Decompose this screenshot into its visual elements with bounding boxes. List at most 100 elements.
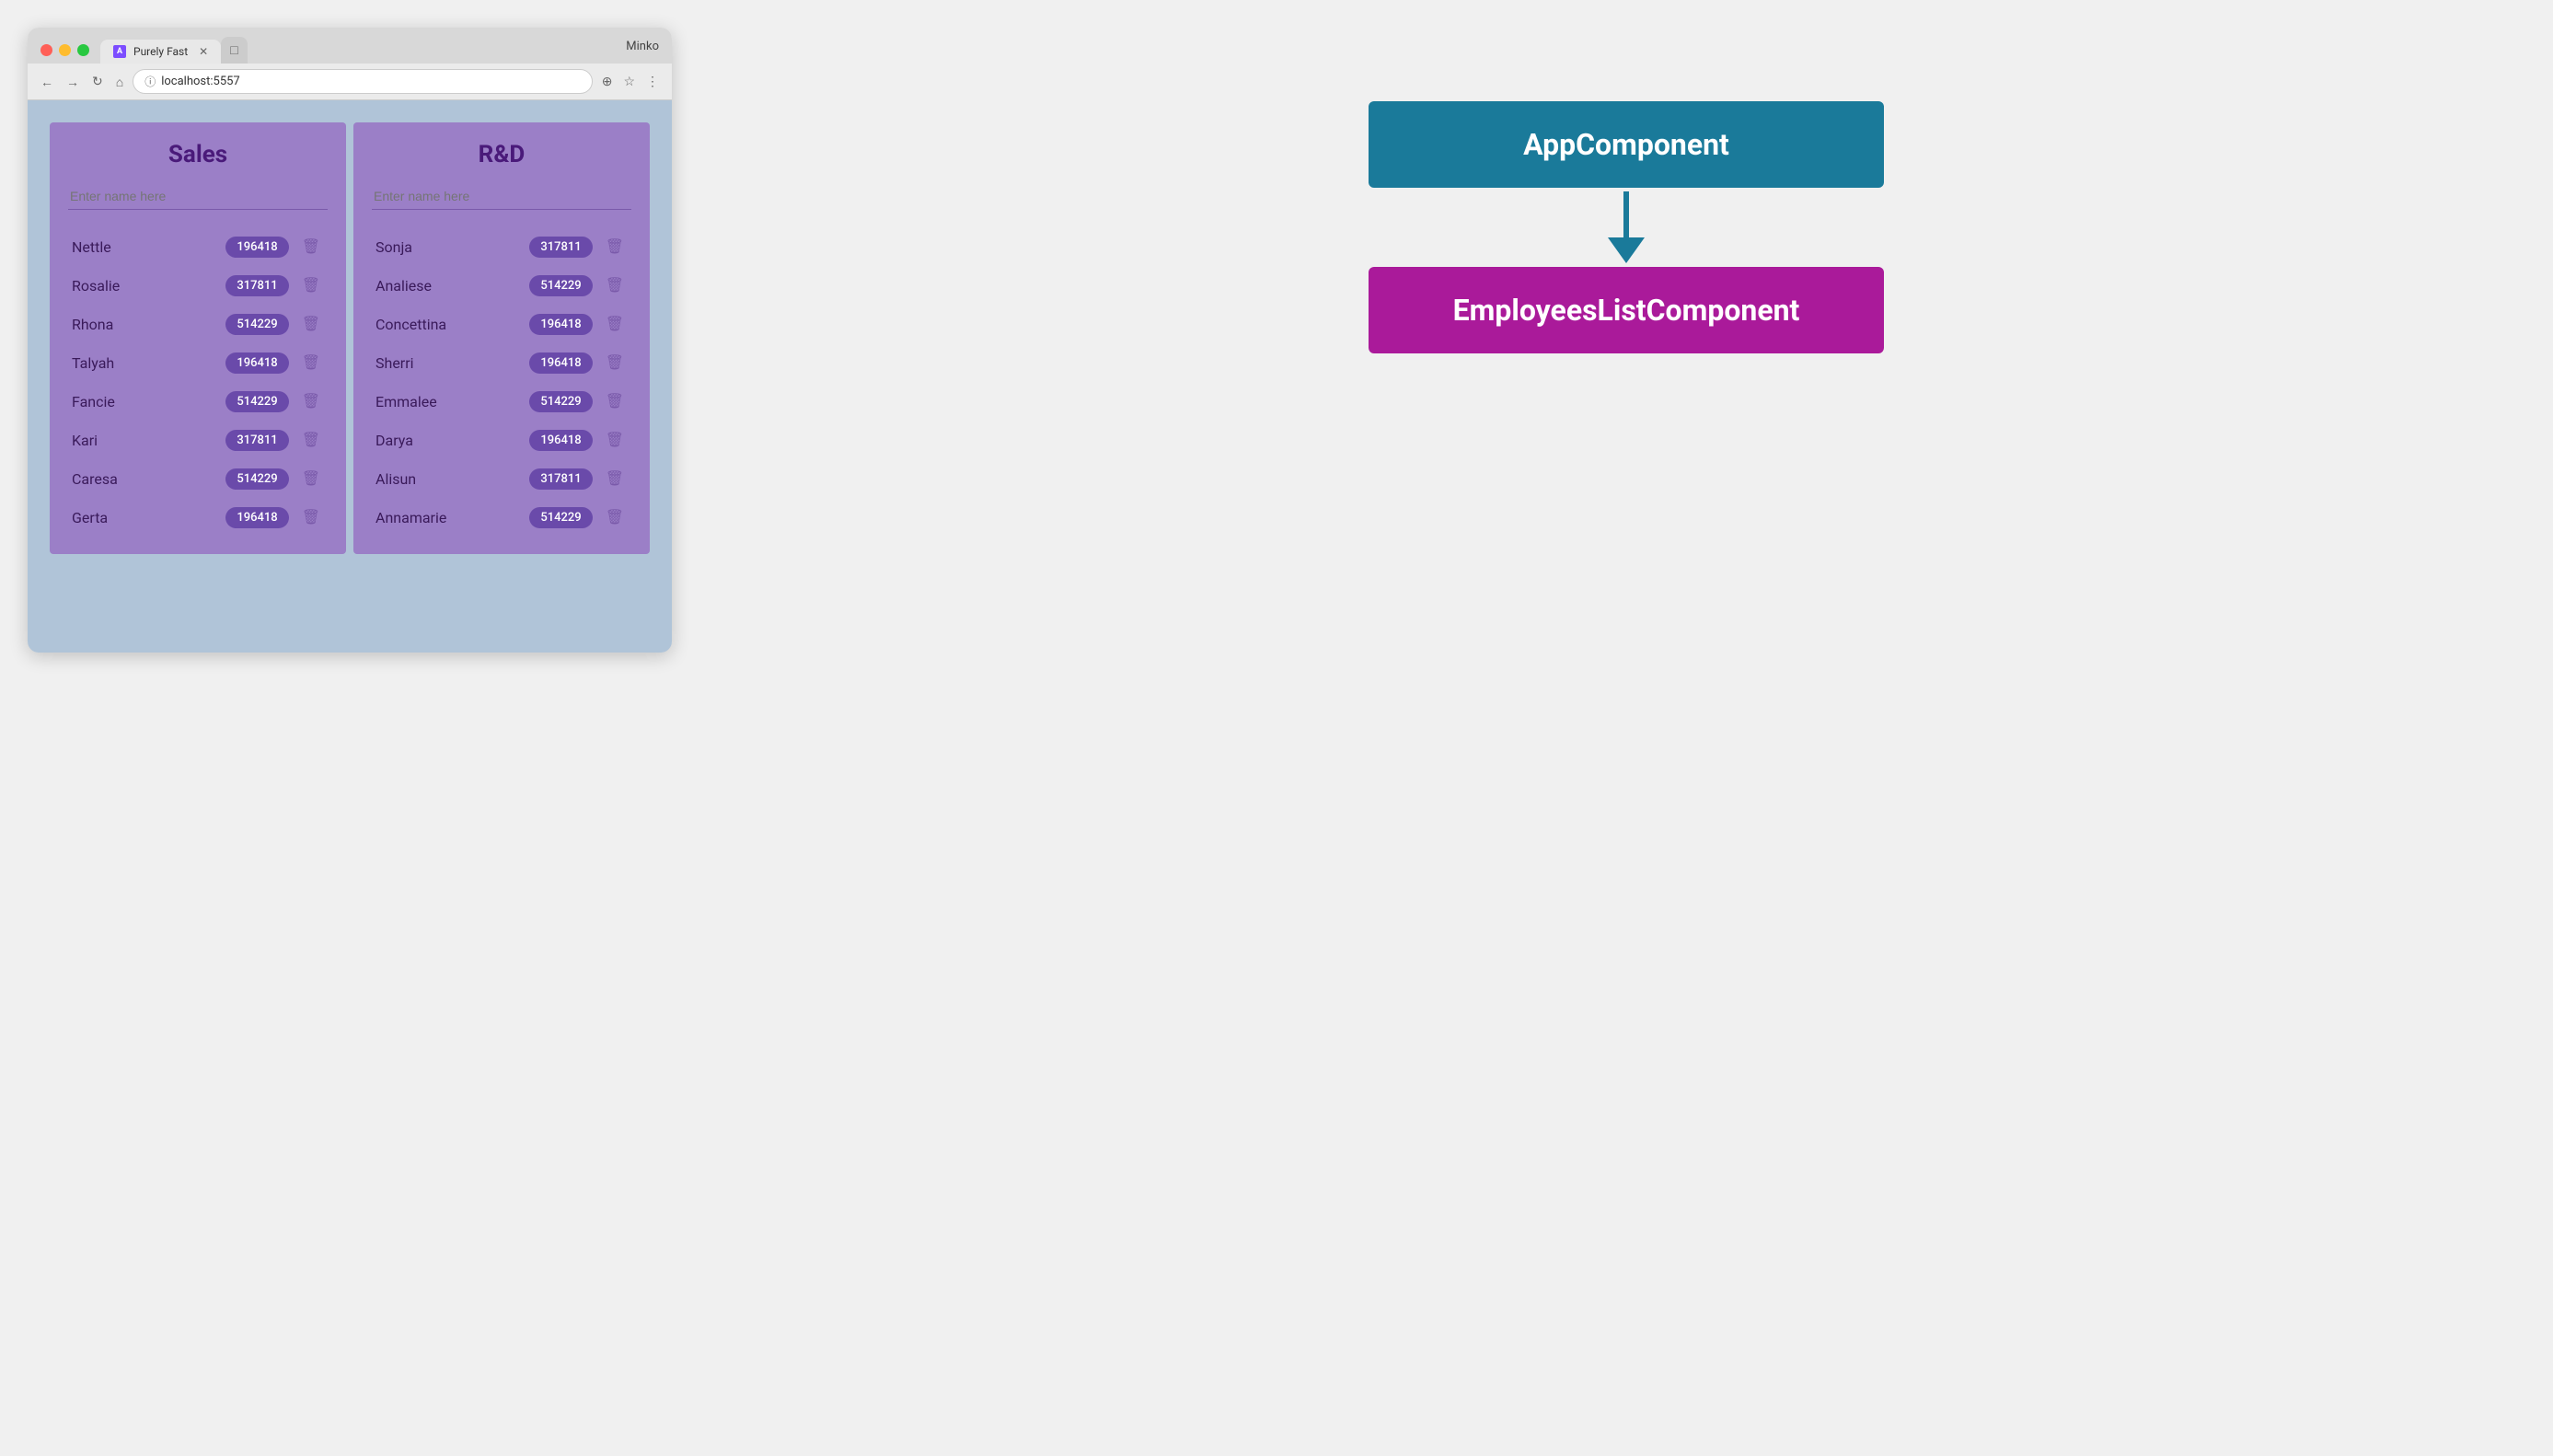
app-component-box: AppComponent <box>1369 101 1884 188</box>
delete-button[interactable]: 🗑 <box>602 236 628 258</box>
employee-badge: 196418 <box>225 352 288 374</box>
table-row: Concettina 196418 🗑 <box>372 306 631 342</box>
departments-container: Sales Nettle 196418 🗑 Rosalie 317811 🗑 <box>46 119 653 558</box>
close-button[interactable] <box>40 44 52 56</box>
delete-button[interactable]: 🗑 <box>298 390 324 412</box>
maximize-button[interactable] <box>77 44 89 56</box>
app-component-label: AppComponent <box>1523 127 1729 162</box>
rd-input[interactable] <box>372 183 631 210</box>
delete-button[interactable]: 🗑 <box>298 506 324 528</box>
tab-bar: A Purely Fast ✕ □ <box>100 37 248 64</box>
table-row: Analiese 514229 🗑 <box>372 267 631 304</box>
delete-button[interactable]: 🗑 <box>298 236 324 258</box>
sales-title: Sales <box>68 141 328 168</box>
table-row: Nettle 196418 🗑 <box>68 228 328 265</box>
employee-name: Sherri <box>375 354 520 372</box>
employee-badge: 196418 <box>529 430 592 451</box>
delete-button[interactable]: 🗑 <box>602 429 628 451</box>
arrow-line <box>1623 191 1629 237</box>
address-bar[interactable]: ⓘ localhost:5557 <box>133 69 593 94</box>
user-label: Minko <box>626 40 659 61</box>
employee-badge: 196418 <box>225 237 288 258</box>
employee-name: Kari <box>72 432 216 449</box>
employee-name: Emmalee <box>375 393 520 410</box>
sales-employee-list: Nettle 196418 🗑 Rosalie 317811 🗑 Rhona 5… <box>68 228 328 536</box>
employee-badge: 317811 <box>225 430 288 451</box>
new-tab-button[interactable]: □ <box>221 37 247 64</box>
employee-name: Alisun <box>375 470 520 488</box>
table-row: Emmalee 514229 🗑 <box>372 383 631 420</box>
table-row: Alisun 317811 🗑 <box>372 460 631 497</box>
employee-badge: 514229 <box>225 391 288 412</box>
browser-titlebar: A Purely Fast ✕ □ Minko <box>28 28 672 64</box>
forward-button[interactable]: → <box>63 73 83 91</box>
tab-favicon: A <box>113 45 126 58</box>
home-button[interactable]: ⌂ <box>112 73 127 91</box>
table-row: Darya 196418 🗑 <box>372 422 631 458</box>
employee-badge: 514229 <box>529 275 592 296</box>
refresh-button[interactable]: ↻ <box>88 72 107 91</box>
table-row: Talyah 196418 🗑 <box>68 344 328 381</box>
rd-panel: R&D Sonja 317811 🗑 Analiese 514229 🗑 <box>353 122 650 554</box>
table-row: Sherri 196418 🗑 <box>372 344 631 381</box>
delete-button[interactable]: 🗑 <box>298 274 324 296</box>
table-row: Caresa 514229 🗑 <box>68 460 328 497</box>
employee-name: Fancie <box>72 393 216 410</box>
employee-badge: 317811 <box>225 275 288 296</box>
rd-title: R&D <box>372 141 631 168</box>
employee-name: Caresa <box>72 470 216 488</box>
minimize-button[interactable] <box>59 44 71 56</box>
employee-name: Darya <box>375 432 520 449</box>
table-row: Fancie 514229 🗑 <box>68 383 328 420</box>
table-row: Annamarie 514229 🗑 <box>372 499 631 536</box>
address-text: localhost:5557 <box>161 75 240 88</box>
tab-close-button[interactable]: ✕ <box>199 45 208 58</box>
delete-button[interactable]: 🗑 <box>602 352 628 374</box>
employee-name: Concettina <box>375 316 520 333</box>
star-icon[interactable]: ☆ <box>619 72 639 91</box>
diagram-arrow <box>1608 188 1645 267</box>
delete-button[interactable]: 🗑 <box>602 274 628 296</box>
lock-icon: ⓘ <box>144 74 156 89</box>
traffic-lights <box>40 44 89 56</box>
employee-badge: 514229 <box>529 507 592 528</box>
employees-component-label: EmployeesListComponent <box>1453 293 1800 328</box>
browser-content: Sales Nettle 196418 🗑 Rosalie 317811 🗑 <box>28 100 672 653</box>
employee-badge: 514229 <box>225 468 288 490</box>
employee-name: Analiese <box>375 277 520 295</box>
employee-badge: 317811 <box>529 468 592 490</box>
delete-button[interactable]: 🗑 <box>602 390 628 412</box>
rd-employee-list: Sonja 317811 🗑 Analiese 514229 🗑 Concett… <box>372 228 631 536</box>
employee-badge: 196418 <box>225 507 288 528</box>
browser-tab-active[interactable]: A Purely Fast ✕ <box>100 40 221 64</box>
tab-title: Purely Fast <box>133 45 188 58</box>
delete-button[interactable]: 🗑 <box>298 313 324 335</box>
sales-input[interactable] <box>68 183 328 210</box>
back-button[interactable]: ← <box>37 73 57 91</box>
titlebar-row: A Purely Fast ✕ □ Minko <box>40 37 659 64</box>
employee-badge: 196418 <box>529 352 592 374</box>
delete-button[interactable]: 🗑 <box>602 468 628 490</box>
arrow-head <box>1608 237 1645 263</box>
delete-button[interactable]: 🗑 <box>602 313 628 335</box>
employee-badge: 196418 <box>529 314 592 335</box>
browser-toolbar: ← → ↻ ⌂ ⓘ localhost:5557 ⊕ ☆ ⋮ <box>28 64 672 100</box>
browser-window: A Purely Fast ✕ □ Minko ← → ↻ ⌂ ⓘ localh… <box>28 28 672 653</box>
delete-button[interactable]: 🗑 <box>298 468 324 490</box>
menu-icon[interactable]: ⋮ <box>642 72 663 91</box>
toolbar-icons: ⊕ ☆ ⋮ <box>598 72 663 91</box>
table-row: Rhona 514229 🗑 <box>68 306 328 342</box>
sales-panel: Sales Nettle 196418 🗑 Rosalie 317811 🗑 <box>50 122 346 554</box>
employee-name: Gerta <box>72 509 216 526</box>
employee-name: Annamarie <box>375 509 520 526</box>
delete-button[interactable]: 🗑 <box>602 506 628 528</box>
employee-name: Rhona <box>72 316 216 333</box>
cast-icon[interactable]: ⊕ <box>598 72 617 91</box>
delete-button[interactable]: 🗑 <box>298 429 324 451</box>
table-row: Gerta 196418 🗑 <box>68 499 328 536</box>
delete-button[interactable]: 🗑 <box>298 352 324 374</box>
employee-name: Nettle <box>72 238 216 256</box>
table-row: Rosalie 317811 🗑 <box>68 267 328 304</box>
employee-badge: 317811 <box>529 237 592 258</box>
employees-component-box: EmployeesListComponent <box>1369 267 1884 353</box>
